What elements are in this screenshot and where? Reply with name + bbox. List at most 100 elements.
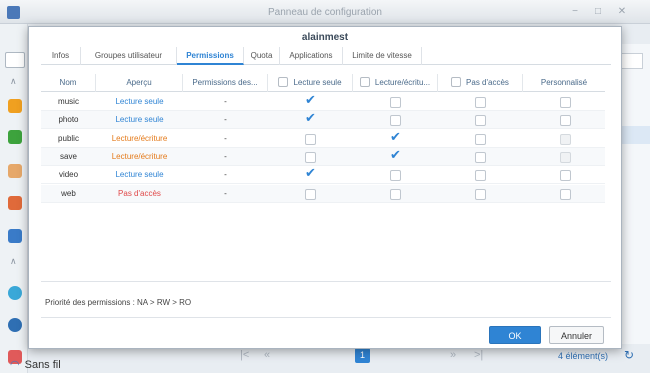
table-row[interactable]: public Lecture/écriture - ✔ <box>41 130 605 148</box>
checkbox-na[interactable] <box>475 188 486 200</box>
select-all-no-access-checkbox[interactable] <box>451 77 462 87</box>
checkbox-na[interactable] <box>475 133 486 145</box>
table-row[interactable]: music Lecture seule - ✔ <box>41 93 605 111</box>
permission-preview: Pas d'accès <box>118 188 161 198</box>
home-button[interactable] <box>5 52 25 68</box>
divider <box>41 317 611 318</box>
sidebar-item-wifi[interactable]: ◠ Sans fil <box>10 358 61 371</box>
checkbox-custom[interactable] <box>560 97 571 108</box>
pagination: |< « 1 » >| 4 élément(s) ↻ <box>160 347 650 365</box>
column-custom[interactable]: Personnalisé <box>523 74 605 92</box>
group-icon[interactable] <box>8 196 22 210</box>
collapse-arrow-icon[interactable]: ∧ <box>10 256 17 267</box>
share-name: web <box>61 188 76 198</box>
checkbox-rw[interactable] <box>390 188 401 200</box>
tab-applications[interactable]: Applications <box>280 47 343 65</box>
permission-preview: Lecture seule <box>115 97 164 106</box>
checkbox-ro[interactable] <box>305 133 316 145</box>
user-icon[interactable] <box>8 164 22 178</box>
checkbox-rw[interactable] <box>390 170 401 182</box>
table-row[interactable]: save Lecture/écriture - ✔ <box>41 147 605 166</box>
wifi-icon: ◠ <box>10 359 20 371</box>
column-name[interactable]: Nom <box>41 74 96 92</box>
group-permission-value: - <box>224 151 227 161</box>
column-preview[interactable]: Aperçu <box>96 74 183 92</box>
window-title: Panneau de configuration <box>268 7 382 18</box>
tab-infos[interactable]: Infos <box>41 47 81 65</box>
tab-bar: Infos Groupes utilisateur Permissions Qu… <box>41 47 611 65</box>
column-no-access[interactable]: Pas d'accès <box>438 74 523 92</box>
checkbox-checked-ro[interactable]: ✔ <box>305 166 316 179</box>
checkbox-custom[interactable] <box>560 133 571 145</box>
group-permission-value: - <box>224 188 227 198</box>
tab-quota[interactable]: Quota <box>244 47 280 65</box>
domain-icon[interactable] <box>8 229 22 243</box>
column-read-write[interactable]: Lecture/écritu... <box>353 74 438 92</box>
first-page-icon[interactable]: |< <box>240 349 249 361</box>
external-access-icon[interactable] <box>8 318 22 332</box>
checkbox-ro[interactable] <box>305 188 316 200</box>
table-row[interactable]: video Lecture seule - ✔ <box>41 166 605 185</box>
share-name: save <box>60 151 77 161</box>
group-permission-value: - <box>224 115 227 125</box>
maximize-icon[interactable]: □ <box>592 6 604 18</box>
sidebar: ∧ ∧ <box>0 24 28 373</box>
background-search-field[interactable] <box>621 53 643 69</box>
permissions-table-header: Nom Aperçu Permissions des... Lecture se… <box>41 74 605 92</box>
checkbox-rw[interactable] <box>390 115 401 127</box>
file-services-icon[interactable] <box>8 99 22 113</box>
current-page[interactable]: 1 <box>355 348 370 363</box>
group-permission-value: - <box>224 133 227 143</box>
tab-permissions[interactable]: Permissions <box>177 47 244 65</box>
checkbox-na[interactable] <box>475 170 486 182</box>
tab-speed-limit[interactable]: Limite de vitesse <box>343 47 422 65</box>
checkbox-checked-ro[interactable]: ✔ <box>305 93 316 106</box>
share-name: photo <box>58 115 79 125</box>
background-selected-row[interactable] <box>621 126 650 144</box>
checkbox-na[interactable] <box>475 97 486 108</box>
checkbox-custom[interactable] <box>560 151 571 163</box>
share-name: public <box>58 133 79 143</box>
permission-priority-note: Priorité des permissions : NA > RW > RO <box>45 298 192 307</box>
permission-preview: Lecture seule <box>115 115 164 125</box>
share-name: music <box>58 97 79 106</box>
select-all-read-write-checkbox[interactable] <box>359 77 370 87</box>
cancel-button[interactable]: Annuler <box>549 326 604 344</box>
permission-preview: Lecture seule <box>115 170 164 180</box>
checkbox-checked-ro[interactable]: ✔ <box>305 111 316 124</box>
network-icon[interactable] <box>8 130 22 144</box>
select-all-read-only-checkbox[interactable] <box>278 77 289 87</box>
table-row[interactable]: web Pas d'accès - <box>41 184 605 203</box>
checkbox-custom[interactable] <box>560 115 571 127</box>
group-permission-value: - <box>224 170 227 180</box>
ok-button[interactable]: OK <box>489 326 541 344</box>
column-read-only[interactable]: Lecture seule <box>268 74 353 92</box>
window-titlebar: Panneau de configuration − □ ✕ <box>0 0 650 24</box>
column-group-permissions[interactable]: Permissions des... <box>183 74 268 92</box>
checkbox-custom[interactable] <box>560 170 571 182</box>
checkbox-checked-rw[interactable]: ✔ <box>390 130 401 143</box>
checkbox-na[interactable] <box>475 115 486 127</box>
divider <box>41 281 611 282</box>
user-edit-dialog: alainmest Infos Groupes utilisateur Perm… <box>28 26 622 349</box>
collapse-arrow-icon[interactable]: ∧ <box>10 76 17 87</box>
checkbox-custom[interactable] <box>560 188 571 200</box>
dialog-title: alainmest <box>301 32 349 43</box>
share-name: video <box>58 170 79 180</box>
item-count: 4 élément(s) <box>558 351 609 361</box>
prev-page-icon[interactable]: « <box>264 349 270 361</box>
background-content <box>618 44 650 344</box>
minimize-icon[interactable]: − <box>569 6 581 18</box>
refresh-icon[interactable]: ↻ <box>624 348 634 362</box>
checkbox-checked-rw[interactable]: ✔ <box>390 148 401 161</box>
tab-user-groups[interactable]: Groupes utilisateur <box>81 47 177 65</box>
checkbox-ro[interactable] <box>305 151 316 163</box>
last-page-icon[interactable]: >| <box>474 349 483 361</box>
checkbox-rw[interactable] <box>390 97 401 108</box>
next-page-icon[interactable]: » <box>450 349 456 361</box>
quickconnect-icon[interactable] <box>8 286 22 300</box>
close-icon[interactable]: ✕ <box>616 6 628 18</box>
table-row[interactable]: photo Lecture seule - ✔ <box>41 111 605 130</box>
checkbox-na[interactable] <box>475 151 486 163</box>
permission-preview: Lecture/écriture <box>111 151 168 161</box>
